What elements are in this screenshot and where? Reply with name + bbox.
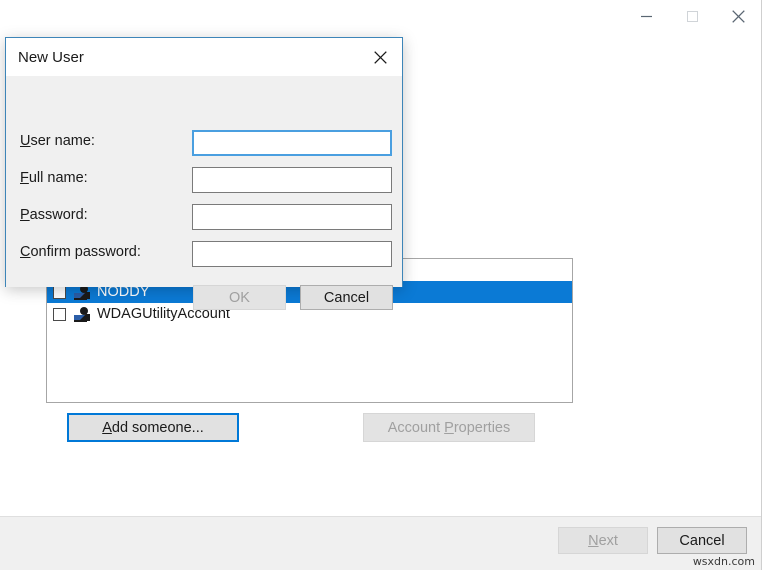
password-input[interactable] (192, 204, 392, 230)
dialog-cancel-label: Cancel (323, 289, 370, 306)
confirm-password-row: Confirm password: (6, 241, 402, 267)
user-account-icon (73, 306, 91, 323)
next-accel: N (588, 532, 599, 549)
next-button[interactable]: Next (558, 527, 648, 554)
password-row: Password: (6, 204, 402, 230)
confirm-password-input[interactable] (192, 241, 392, 267)
user-name-accel: U (20, 133, 31, 149)
add-someone-button[interactable]: Add someone... (67, 413, 239, 442)
confirm-password-label-text: onfirm password: (30, 244, 141, 260)
maximize-icon[interactable] (669, 0, 715, 32)
dialog-title: New User (18, 48, 84, 66)
user-name-label-text: ser name: (30, 133, 95, 149)
dialog-ok-label: OK (229, 289, 250, 306)
new-user-dialog: New User User name: Full name: Password:… (5, 37, 403, 310)
password-label: Password: (20, 207, 88, 223)
minimize-icon[interactable] (623, 0, 669, 32)
confirm-password-label: Confirm password: (20, 244, 141, 260)
user-name-input[interactable] (192, 130, 392, 156)
user-name-row: User name: (6, 130, 402, 156)
account-properties-accel: P (444, 419, 454, 436)
add-someone-accel: A (102, 419, 112, 436)
confirm-password-accel: C (20, 244, 31, 260)
window-titlebar (0, 0, 761, 36)
cancel-label: Cancel (679, 532, 725, 549)
dialog-cancel-button[interactable]: Cancel (300, 285, 393, 310)
add-someone-label: dd someone... (111, 419, 204, 436)
next-label: ext (598, 532, 618, 549)
account-properties-label-start: Account (387, 419, 445, 436)
dialog-close-icon[interactable] (358, 39, 402, 76)
close-icon[interactable] (715, 0, 761, 32)
dialog-titlebar: New User (6, 38, 402, 76)
dialog-ok-button[interactable]: OK (193, 285, 286, 310)
full-name-label-text: ull name: (28, 170, 88, 186)
password-label-text: assword: (29, 207, 88, 223)
watermark: wsxdn.com (692, 555, 755, 568)
account-properties-button[interactable]: Account Properties (363, 413, 535, 442)
dialog-body: User name: Full name: Password: Confirm … (6, 76, 402, 310)
full-name-input[interactable] (192, 167, 392, 193)
checkbox[interactable] (53, 285, 66, 299)
user-name-label: User name: (20, 133, 95, 149)
full-name-accel: F (20, 170, 29, 186)
password-accel: P (20, 207, 30, 223)
account-properties-label-end: roperties (453, 419, 511, 436)
full-name-label: Full name: (20, 170, 88, 186)
full-name-row: Full name: (6, 167, 402, 193)
checkbox[interactable] (53, 307, 66, 321)
cancel-button[interactable]: Cancel (657, 527, 747, 554)
